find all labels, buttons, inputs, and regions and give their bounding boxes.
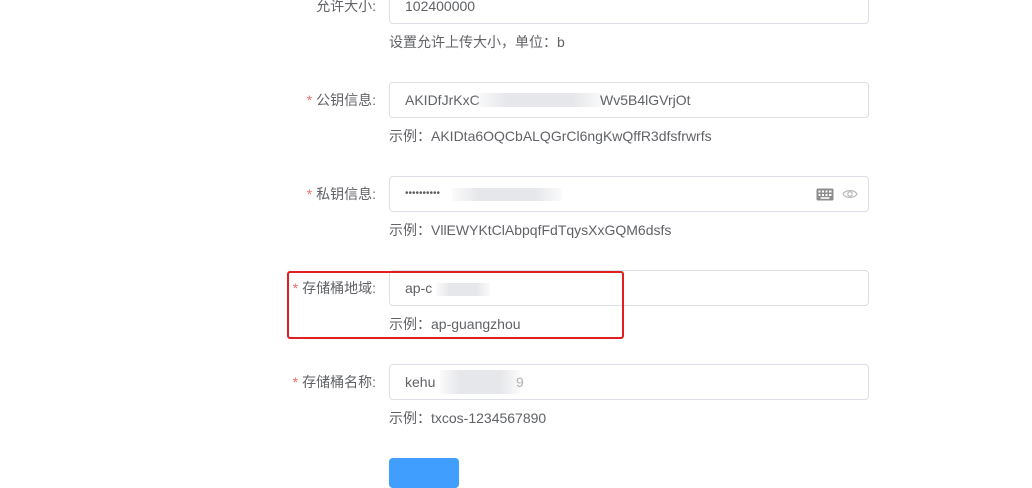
highlight-annotation-box [287, 271, 624, 339]
private-key-suffix [816, 177, 858, 211]
public-key-label-text: 公钥信息: [316, 92, 376, 108]
public-key-value-prefix: AKIDfJrKxC [405, 92, 480, 108]
public-key-input-wrapper[interactable]: AKIDfJrKxC Wv5B4lGVrjOt [389, 82, 869, 118]
required-mark: * [306, 92, 313, 108]
bucket-name-redaction [440, 370, 520, 394]
private-key-value: •••••••••• [405, 188, 441, 199]
bucket-name-label: * 存储桶名称: [293, 364, 376, 400]
bucket-name-value-prefix: kehu [405, 374, 436, 390]
required-mark: * [306, 186, 313, 202]
form-row-private-key: * 私钥信息: •••••••••• [0, 176, 1032, 212]
size-limit-input[interactable] [390, 0, 868, 23]
bucket-name-input-wrapper[interactable]: kehu 9 [389, 364, 869, 400]
form-row-size-limit: 允许大小: [0, 0, 1032, 24]
public-key-label: * 公钥信息: [307, 82, 376, 118]
private-key-redaction [452, 188, 562, 201]
submit-button[interactable] [389, 458, 459, 488]
required-mark: * [292, 374, 299, 390]
private-key-hint: 示例：VllEWYKtClAbpqfFdTqysXxGQM6dsfs [389, 222, 672, 238]
private-key-label-text: 私钥信息: [316, 186, 376, 202]
private-key-input-wrapper[interactable]: •••••••••• [389, 176, 869, 212]
public-key-hint: 示例：AKIDta6OQCbALQGrCl6ngKwQffR3dfsfrwrfs [389, 128, 712, 144]
size-limit-hint: 设置允许上传大小，单位：b [389, 34, 565, 50]
keyboard-icon[interactable] [816, 188, 834, 201]
private-key-label: * 私钥信息: [307, 176, 376, 212]
public-key-redaction [476, 93, 604, 107]
size-limit-input-wrapper [389, 0, 869, 24]
bucket-name-hint: 示例：txcos-1234567890 [389, 410, 547, 426]
form-row-public-key: * 公钥信息: AKIDfJrKxC Wv5B4lGVrjOt [0, 82, 1032, 118]
bucket-name-value-suffix: 9 [516, 374, 524, 390]
bucket-name-label-text: 存储桶名称: [302, 374, 376, 390]
size-limit-label: 允许大小: [316, 0, 376, 14]
public-key-value-suffix: Wv5B4lGVrjOt [600, 92, 691, 108]
form-row-bucket-name: * 存储桶名称: kehu 9 [0, 364, 1032, 400]
storage-settings-form: 允许大小: 设置允许上传大小，单位：b *公钥信息: AKIDfJrKxC Wv… [0, 0, 1032, 488]
eye-icon[interactable] [842, 188, 858, 200]
